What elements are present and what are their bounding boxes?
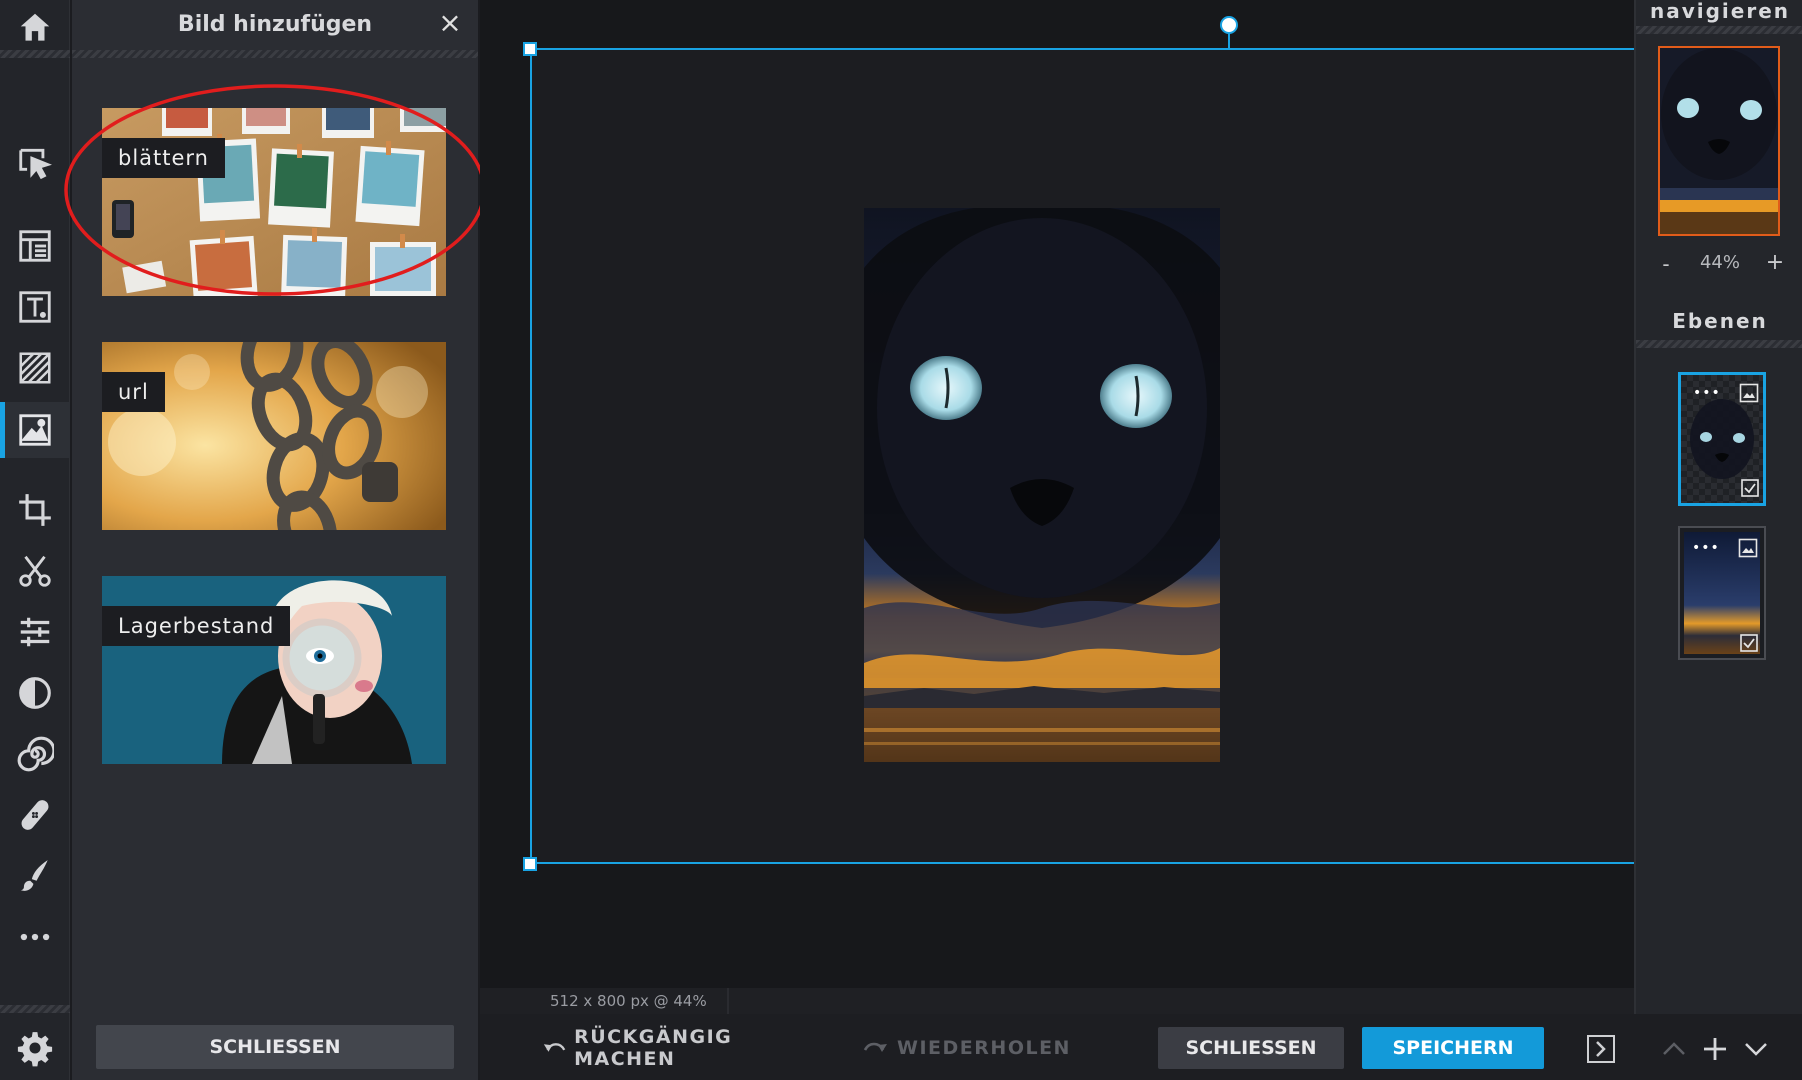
layer-sunset[interactable]: ••• [1678,526,1766,660]
add-layer-icon[interactable] [1700,1034,1730,1064]
settings-icon[interactable] [0,1020,70,1076]
layer-cat[interactable]: ••• [1678,372,1766,506]
spiral-icon[interactable] [0,726,70,782]
zoom-level: 44% [1699,252,1740,273]
undo-label: RÜCKGÄNGIG MACHEN [574,1026,733,1070]
layer-cat-thumbnail [1690,399,1754,479]
panel-close-button[interactable]: SCHLIESSEN [96,1025,454,1069]
layer-image-type-icon [1738,538,1758,558]
cut-icon[interactable] [0,543,70,599]
home-icon[interactable] [0,0,70,56]
right-panel: navigieren - 44% + Ebenen ••• ••• [1634,0,1802,1014]
layer-menu-icon[interactable]: ••• [1692,540,1720,556]
layer-visibility-checkbox[interactable] [1741,479,1759,497]
layer-image-type-icon [1739,383,1759,403]
crop-icon[interactable] [0,482,70,538]
navigator-thumbnail[interactable] [1658,46,1780,236]
layers-title: Ebenen [1672,309,1768,333]
more-icon[interactable] [0,909,70,965]
stock-label: Lagerbestand [102,606,291,646]
undo-button[interactable]: RÜCKGÄNGIG MACHEN [542,1026,822,1070]
url-thumbnail [102,342,446,530]
close-button[interactable]: SCHLIESSEN [1158,1027,1344,1069]
chevron-up-icon[interactable] [1660,1036,1688,1062]
redo-icon [863,1042,888,1052]
save-button[interactable]: SPEICHERN [1362,1027,1544,1069]
contrast-icon[interactable] [0,665,70,721]
healing-icon[interactable] [0,787,70,843]
image-size-readout: 512 x 800 px @ 44% [550,988,729,1014]
zoom-out-button[interactable]: - [1656,252,1676,276]
adjust-icon[interactable] [0,604,70,660]
status-bar: 512 x 800 px @ 44% [480,988,1634,1014]
stock-thumbnail [102,576,446,764]
rotate-handle[interactable] [1220,16,1238,34]
annotation-ellipse [64,84,486,296]
url-label: url [102,372,165,412]
redo-label: WIEDERHOLEN [897,1037,1071,1059]
panel-title: Bild hinzufügen [177,11,373,37]
collapse-panel-icon[interactable] [1586,1034,1616,1064]
stock-option[interactable]: Lagerbestand [102,576,446,764]
brush-icon[interactable] [0,848,70,904]
resize-handle-top-left[interactable] [523,42,537,56]
cat-sunset-image[interactable] [864,208,1220,762]
canvas-stage[interactable] [480,0,1634,988]
zoom-in-button[interactable]: + [1764,250,1786,275]
image-icon[interactable] [0,402,70,458]
undo-icon [543,1043,566,1052]
chevron-down-icon[interactable] [1742,1036,1770,1062]
url-option[interactable]: url [102,342,446,530]
close-icon[interactable]: × [430,2,470,42]
navigator-title: navigieren [1649,0,1791,23]
texture-icon[interactable] [0,340,70,396]
bottom-action-bar: RÜCKGÄNGIG MACHEN WIEDERHOLEN SCHLIESSEN… [480,1014,1802,1080]
redo-button[interactable]: WIEDERHOLEN [842,1027,1092,1069]
layer-menu-icon[interactable]: ••• [1693,385,1721,401]
resize-handle-bottom-left[interactable] [523,857,537,871]
layer-visibility-checkbox[interactable] [1740,634,1758,652]
